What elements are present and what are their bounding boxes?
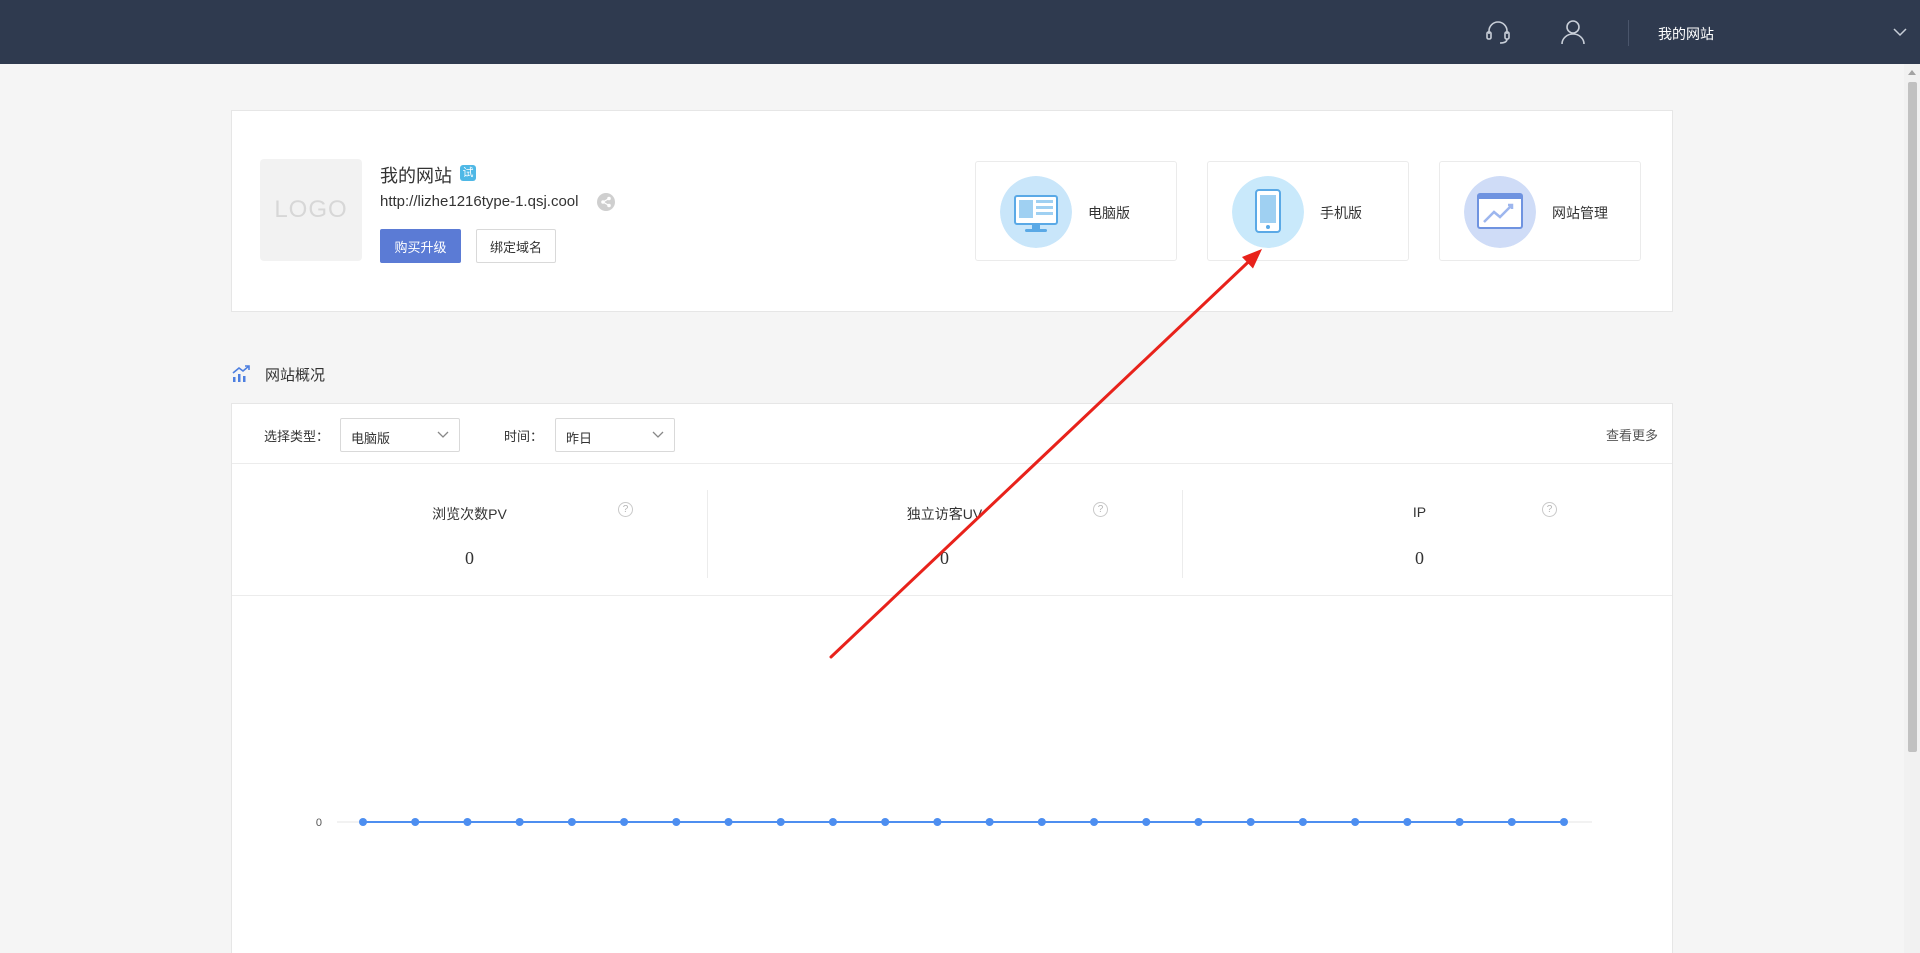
- data-point[interactable]: [933, 818, 942, 826]
- data-point[interactable]: [985, 818, 994, 826]
- site-switcher-label[interactable]: 我的网站: [1658, 24, 1714, 44]
- type-select[interactable]: 电脑版: [340, 418, 460, 452]
- chevron-down-icon[interactable]: [1892, 24, 1908, 40]
- page-scrollbar[interactable]: [1904, 64, 1920, 953]
- chart-window-icon: [1464, 176, 1536, 248]
- data-point[interactable]: [724, 818, 733, 826]
- data-point[interactable]: [1298, 818, 1307, 826]
- mobile-icon: [1232, 176, 1304, 248]
- site-info-card: LOGO 我的网站 试 http://lizhe1216type-1.qsj.c…: [231, 110, 1673, 312]
- time-filter-label: 时间：: [504, 429, 544, 444]
- desktop-version-card[interactable]: 电脑版: [975, 161, 1177, 261]
- data-point[interactable]: [1194, 818, 1203, 826]
- data-point[interactable]: [1037, 818, 1046, 826]
- data-point[interactable]: [776, 818, 785, 826]
- top-navbar: 我的网站: [0, 0, 1920, 64]
- bind-domain-button[interactable]: 绑定域名: [476, 229, 556, 263]
- site-management-label: 网站管理: [1552, 205, 1608, 221]
- metric-uv-value: 0: [940, 548, 949, 568]
- logo-text: LOGO: [274, 196, 348, 223]
- trend-chart-icon: [232, 365, 250, 382]
- data-point[interactable]: [1403, 818, 1412, 826]
- data-point[interactable]: [672, 818, 681, 826]
- help-icon[interactable]: ?: [1542, 502, 1557, 517]
- headset-icon[interactable]: [1484, 18, 1512, 46]
- data-point[interactable]: [620, 818, 629, 826]
- data-point[interactable]: [828, 818, 837, 826]
- metric-pv-label: 浏览次数PV: [432, 506, 507, 522]
- data-point[interactable]: [463, 818, 472, 826]
- type-filter-label: 选择类型：: [264, 429, 330, 444]
- help-icon[interactable]: ?: [1093, 502, 1108, 517]
- metric-uv: 独立访客UV ? 0: [707, 464, 1182, 596]
- overview-stats-card: 选择类型： 电脑版 时间： 昨日 查看更多 浏览次数PV ? 0 独立访客UV …: [231, 403, 1673, 953]
- user-icon[interactable]: [1559, 18, 1587, 46]
- metrics-row: 浏览次数PV ? 0 独立访客UV ? 0 IP ? 0: [232, 464, 1672, 596]
- overview-title-text: 网站概况: [265, 367, 326, 384]
- data-point[interactable]: [411, 818, 420, 826]
- metric-pv: 浏览次数PV ? 0: [232, 464, 707, 596]
- data-point[interactable]: [1351, 818, 1360, 826]
- y-tick-label: 0: [316, 817, 322, 829]
- metric-pv-value: 0: [465, 548, 474, 568]
- traffic-line-chart: 0: [316, 817, 1592, 829]
- trial-badge: 试: [460, 165, 476, 181]
- data-point[interactable]: [881, 818, 890, 826]
- data-point[interactable]: [1142, 818, 1151, 826]
- data-point[interactable]: [359, 818, 367, 826]
- site-title: 我的网站: [380, 166, 452, 186]
- site-url-link[interactable]: http://lizhe1216type-1.qsj.cool: [380, 193, 578, 210]
- metric-ip-label: IP: [1412, 504, 1427, 520]
- mobile-version-label: 手机版: [1320, 205, 1362, 221]
- data-point[interactable]: [1246, 818, 1255, 826]
- topbar-divider: [1628, 20, 1629, 46]
- desktop-version-label: 电脑版: [1088, 205, 1130, 221]
- chevron-down-icon: [652, 431, 664, 438]
- data-point[interactable]: [1507, 818, 1516, 826]
- help-icon[interactable]: ?: [618, 502, 633, 517]
- time-select-value: 昨日: [566, 431, 593, 446]
- scrollbar-thumb[interactable]: [1908, 82, 1917, 752]
- share-icon[interactable]: [597, 193, 615, 211]
- data-point[interactable]: [1560, 818, 1568, 826]
- desktop-icon: [1000, 176, 1072, 248]
- data-point[interactable]: [515, 818, 524, 826]
- site-logo-placeholder: LOGO: [260, 159, 362, 261]
- site-management-card[interactable]: 网站管理: [1439, 161, 1641, 261]
- data-point[interactable]: [567, 818, 576, 826]
- mobile-version-card[interactable]: 手机版: [1207, 161, 1409, 261]
- data-point[interactable]: [1455, 818, 1464, 826]
- metric-ip: IP ? 0: [1182, 464, 1657, 596]
- buy-upgrade-button[interactable]: 购买升级: [380, 229, 461, 263]
- metric-ip-value: 0: [1415, 548, 1424, 568]
- view-more-link[interactable]: 查看更多: [1606, 425, 1658, 444]
- data-point[interactable]: [1090, 818, 1099, 826]
- chevron-down-icon: [437, 431, 449, 438]
- type-select-value: 电脑版: [351, 431, 391, 446]
- scroll-up-arrow[interactable]: [1908, 70, 1916, 75]
- metric-uv-label: 独立访客UV: [906, 506, 983, 522]
- time-select[interactable]: 昨日: [555, 418, 675, 452]
- filter-row: 选择类型： 电脑版 时间： 昨日 查看更多: [232, 404, 1672, 464]
